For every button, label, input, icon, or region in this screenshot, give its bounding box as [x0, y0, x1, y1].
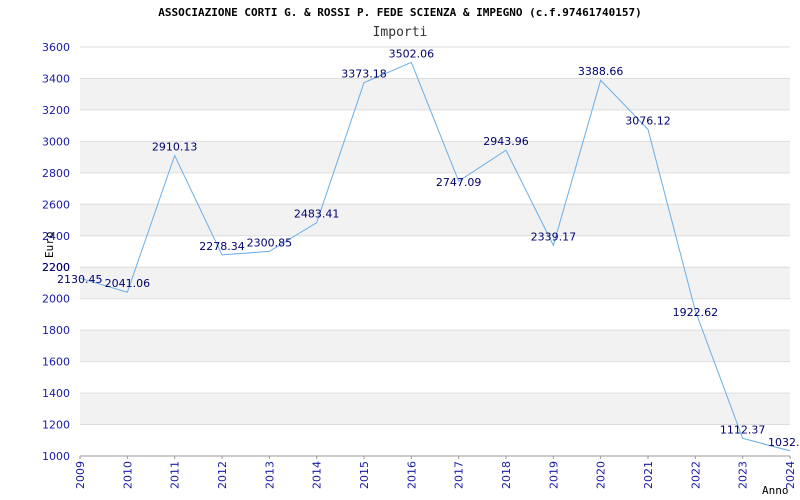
data-label: 2747.09 [436, 176, 482, 189]
data-label: 1032.8 [768, 436, 800, 449]
series-line [79, 61, 791, 452]
x-tick-label: 2010 [121, 461, 134, 489]
grid-band [80, 204, 790, 236]
x-tick-label: 2020 [595, 461, 608, 489]
data-label: 2943.96 [483, 135, 529, 148]
data-label: 1112.37 [720, 423, 766, 436]
y-tick-label: 1800 [42, 324, 70, 337]
y-tick-label: 1600 [42, 356, 70, 369]
data-label: 2483.41 [294, 208, 340, 221]
x-tick-label: 2017 [453, 461, 466, 489]
data-label: 2130.45 [57, 273, 103, 286]
x-tick-label: 2011 [169, 461, 182, 489]
data-label: 1922.62 [673, 306, 719, 319]
grid-band [80, 393, 790, 425]
x-tick-label: 2009 [74, 461, 87, 489]
y-tick-label: 1200 [42, 419, 70, 432]
x-tick-label: 2013 [263, 461, 276, 489]
data-label: 2339.17 [531, 230, 577, 243]
y-tick-label: 3000 [42, 135, 70, 148]
y-tick-label: 1000 [42, 450, 70, 463]
y-tick-label: 1400 [42, 387, 70, 400]
data-label: 2278.34 [199, 240, 245, 253]
grid-band [80, 330, 790, 362]
x-tick-label: 2022 [689, 461, 702, 489]
grid-band [80, 267, 790, 299]
data-label: 3373.18 [341, 68, 387, 81]
x-tick-labels: 2009 2010 2011 2012 2013 2014 2015 2016 2017 2018… [74, 456, 797, 489]
x-tick-label: 2015 [358, 461, 371, 489]
grid-band [80, 78, 790, 110]
x-tick-label: 2021 [642, 461, 655, 489]
x-tick-label: 2019 [547, 461, 560, 489]
x-tick-label: 2014 [311, 461, 324, 489]
x-tick-label: 2012 [216, 461, 229, 489]
data-label: 2041.06 [105, 277, 151, 290]
x-tick-label: 2016 [405, 461, 418, 489]
y-tick-label: 2000 [42, 293, 70, 306]
data-label: 2300.85 [247, 236, 293, 249]
grid-bands [80, 78, 790, 425]
x-axis-label: Anno [762, 484, 789, 497]
data-label: 3388.66 [578, 65, 624, 78]
data-label: 3076.12 [625, 114, 671, 127]
line-chart: 1000120014001600180020002200240026002800… [42, 41, 800, 497]
y-tick-label: 2600 [42, 198, 70, 211]
y-tick-label: 2800 [42, 167, 70, 180]
y-axis-label: Euro [43, 232, 56, 259]
x-tick-label: 2018 [500, 461, 513, 489]
y-tick-label: 3600 [42, 41, 70, 54]
data-label: 3502.06 [389, 47, 435, 60]
y-tick-label: 3400 [42, 72, 70, 85]
y-tick-label: 3200 [42, 104, 70, 117]
data-label: 2910.13 [152, 141, 198, 154]
x-tick-label: 2023 [737, 461, 750, 489]
